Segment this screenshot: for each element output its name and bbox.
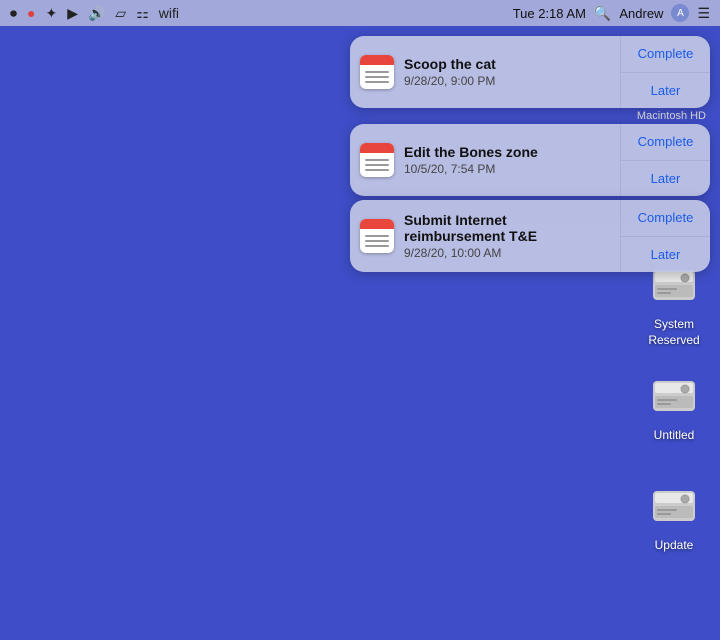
menubar-user: Andrew: [619, 6, 663, 21]
notification-text-2: Edit the Bones zone 10/5/20, 7:54 PM: [404, 144, 610, 176]
volume-icon[interactable]: 🔊: [88, 5, 105, 22]
menubar-left: ⏺ ● ✦ ▶ 🔊 ▱ ⚏ wifi: [10, 5, 179, 22]
later-button-3[interactable]: Later: [621, 237, 710, 273]
wifi-icon[interactable]: wifi: [159, 5, 179, 21]
notification-actions-2: Complete Later: [620, 124, 710, 196]
notification-date-2: 10/5/20, 7:54 PM: [404, 162, 610, 176]
notification-title-3: Submit Internet reimbursement T&E: [404, 212, 610, 244]
stop-icon[interactable]: ⏺: [10, 5, 17, 22]
menu-icon[interactable]: ☰: [697, 5, 710, 22]
arrow-icon[interactable]: ▶: [67, 5, 78, 22]
menubar-right: Tue 2:18 AM 🔍 Andrew A ☰: [513, 4, 710, 22]
notification-card-1: Scoop the cat 9/28/20, 9:00 PM Complete …: [350, 36, 710, 108]
desktop-icon-label-update: Update: [655, 538, 694, 554]
menubar-time: Tue 2:18 AM: [513, 6, 586, 21]
notification-date-1: 9/28/20, 9:00 PM: [404, 74, 610, 88]
notification-main-3: Submit Internet reimbursement T&E 9/28/2…: [350, 200, 620, 272]
notification-main-1: Scoop the cat 9/28/20, 9:00 PM: [350, 36, 620, 108]
notification-actions-3: Complete Later: [620, 200, 710, 272]
complete-button-3[interactable]: Complete: [621, 200, 710, 237]
notification-title-2: Edit the Bones zone: [404, 144, 610, 160]
menubar: ⏺ ● ✦ ▶ 🔊 ▱ ⚏ wifi Tue 2:18 AM 🔍 Andrew …: [0, 0, 720, 26]
hdd-icon-update: [646, 478, 702, 534]
desktop-icon-label-untitled: Untitled: [654, 428, 695, 444]
desktop-icon-untitled[interactable]: Untitled: [634, 368, 714, 444]
desktop-icon-label-system-reserved: System Reserved: [634, 317, 714, 348]
later-button-1[interactable]: Later: [621, 73, 710, 109]
reminder-icon-2: [360, 143, 394, 177]
notification-text-3: Submit Internet reimbursement T&E 9/28/2…: [404, 212, 610, 260]
airplay-icon[interactable]: ▱: [115, 5, 126, 22]
macintosh-hd-label: Macintosh HD: [637, 110, 706, 122]
search-icon[interactable]: 🔍: [594, 5, 611, 22]
notification-text-1: Scoop the cat 9/28/20, 9:00 PM: [404, 56, 610, 88]
dropbox-icon[interactable]: ✦: [45, 5, 57, 22]
complete-button-1[interactable]: Complete: [621, 36, 710, 73]
notification-card-3: Submit Internet reimbursement T&E 9/28/2…: [350, 200, 710, 272]
avatar[interactable]: A: [671, 4, 689, 22]
reminder-icon-1: [360, 55, 394, 89]
notifications-container: Scoop the cat 9/28/20, 9:00 PM Complete …: [350, 36, 710, 272]
notification-title-1: Scoop the cat: [404, 56, 610, 72]
record-icon[interactable]: ●: [27, 5, 35, 21]
reminder-icon-3: [360, 219, 394, 253]
later-button-2[interactable]: Later: [621, 161, 710, 197]
notification-main-2: Edit the Bones zone 10/5/20, 7:54 PM: [350, 124, 620, 196]
desktop-icon-update[interactable]: Update: [634, 478, 714, 554]
hdd-icon-untitled: [646, 368, 702, 424]
notification-actions-1: Complete Later: [620, 36, 710, 108]
equalizer-icon[interactable]: ⚏: [136, 5, 149, 22]
notification-card-2: Edit the Bones zone 10/5/20, 7:54 PM Com…: [350, 124, 710, 196]
notification-date-3: 9/28/20, 10:00 AM: [404, 246, 610, 260]
complete-button-2[interactable]: Complete: [621, 124, 710, 161]
